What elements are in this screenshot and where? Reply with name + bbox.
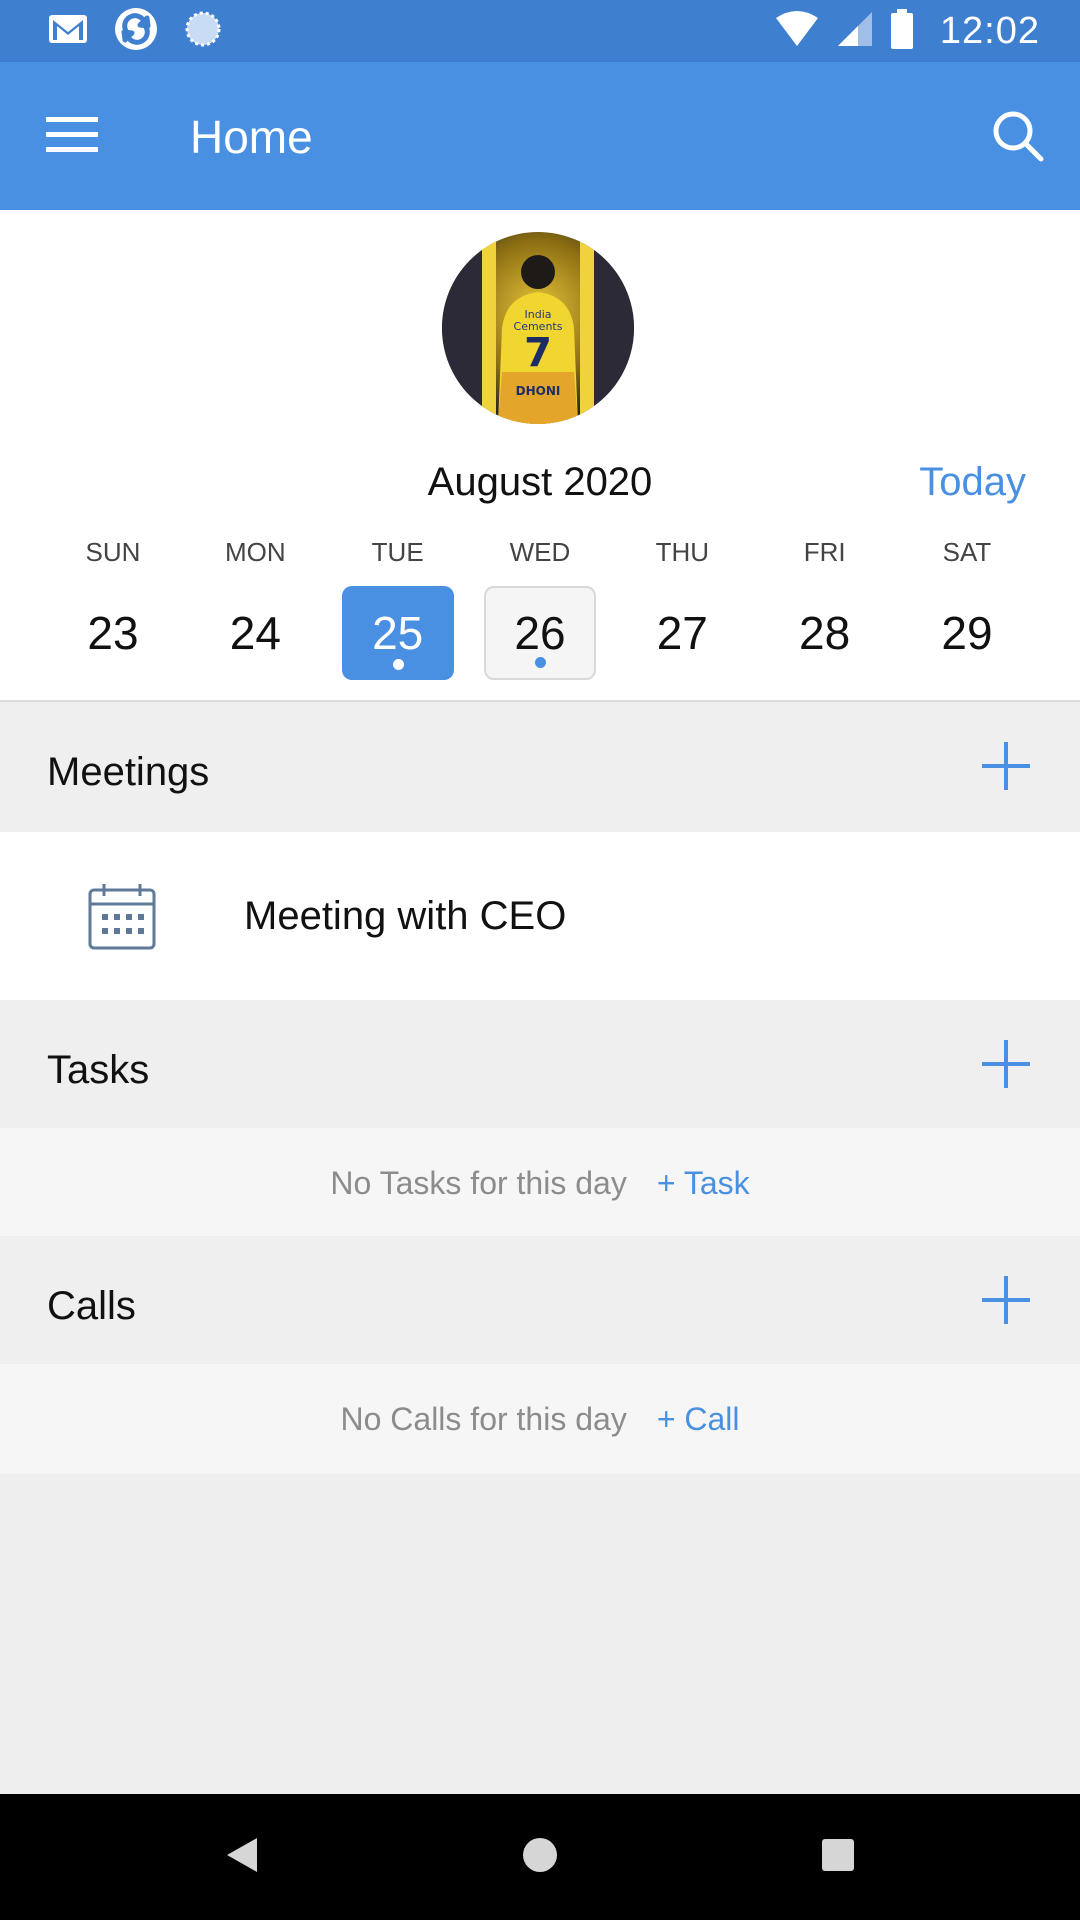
page-title: Home xyxy=(190,111,313,163)
status-notifications xyxy=(48,7,222,53)
meeting-item[interactable]: Meeting with CEO xyxy=(0,832,1080,1000)
app-bar: Home xyxy=(0,62,1080,210)
day-cell[interactable]: 29 xyxy=(911,586,1023,680)
search-icon xyxy=(991,109,1045,168)
today-button[interactable]: Today xyxy=(919,460,1026,505)
home-button[interactable] xyxy=(510,1832,570,1882)
calls-title: Calls xyxy=(47,1284,136,1328)
sync-app-icon xyxy=(114,7,158,56)
home-icon xyxy=(521,1836,559,1879)
day-name-label: MON xyxy=(224,537,286,567)
recents-button[interactable] xyxy=(808,1832,868,1882)
calendar-section: India Cements 7 DHONI August 2020 Today … xyxy=(0,210,1080,702)
add-task-button[interactable] xyxy=(978,1036,1034,1092)
hamburger-menu-icon xyxy=(46,115,98,158)
svg-text:DHONI: DHONI xyxy=(516,384,561,398)
add-call-button[interactable] xyxy=(978,1272,1034,1328)
day-name-label: TUE xyxy=(371,537,424,567)
tasks-title: Tasks xyxy=(47,1048,150,1092)
svg-text:7: 7 xyxy=(524,330,552,376)
gmail-icon xyxy=(48,13,88,50)
battery-icon xyxy=(890,8,914,54)
week-strip: SUN 23 MON 24 TUE 25 WED 26 THU 27 FRI 28 SAT 29 xyxy=(42,532,1038,692)
day-name-label: SAT xyxy=(942,537,992,567)
day-cell[interactable]: 28 xyxy=(769,586,881,680)
day-number: 24 xyxy=(229,607,281,659)
day-column: SAT 29 xyxy=(896,532,1038,692)
day-name-label: FRI xyxy=(803,537,846,567)
calls-empty-row: No Calls for this day + Call xyxy=(0,1364,1080,1474)
day-column: THU 27 xyxy=(611,532,753,692)
day-column: FRI 28 xyxy=(754,532,896,692)
add-call-link[interactable]: + Call xyxy=(657,1401,740,1438)
day-name-label: THU xyxy=(655,537,710,567)
day-number: 27 xyxy=(656,607,708,659)
menu-button[interactable] xyxy=(40,108,104,164)
plus-icon xyxy=(978,742,1034,798)
meeting-title: Meeting with CEO xyxy=(244,894,567,938)
meetings-title: Meetings xyxy=(47,750,210,794)
day-column: TUE 25 xyxy=(327,532,469,692)
tasks-header: Tasks xyxy=(0,1000,1080,1128)
calendar-icon xyxy=(88,882,156,950)
loading-icon xyxy=(184,10,222,53)
status-bar: 12:02 xyxy=(0,0,1080,62)
back-icon xyxy=(225,1836,259,1879)
day-number: 29 xyxy=(941,607,993,659)
tasks-empty-row: No Tasks for this day + Task xyxy=(0,1128,1080,1238)
day-number: 25 xyxy=(372,607,424,659)
event-dot-indicator xyxy=(392,659,404,670)
calls-empty-text: No Calls for this day xyxy=(340,1400,627,1437)
recents-icon xyxy=(820,1837,856,1878)
add-task-link[interactable]: + Task xyxy=(657,1165,750,1202)
calls-header: Calls xyxy=(0,1236,1080,1364)
wifi-icon xyxy=(774,10,820,53)
profile-avatar[interactable]: India Cements 7 DHONI xyxy=(442,232,634,424)
day-cell[interactable]: 26 xyxy=(483,586,596,680)
month-label: August 2020 xyxy=(427,460,653,504)
status-time: 12:02 xyxy=(939,9,1040,52)
day-name-label: SUN xyxy=(85,537,141,567)
day-number: 23 xyxy=(87,607,139,659)
search-button[interactable] xyxy=(986,106,1050,170)
day-cell[interactable]: 24 xyxy=(199,586,311,680)
day-cell[interactable]: 25 xyxy=(341,586,454,680)
plus-icon xyxy=(978,1040,1034,1096)
day-column: MON 24 xyxy=(184,532,326,692)
add-meeting-button[interactable] xyxy=(978,738,1034,794)
day-number: 28 xyxy=(799,607,851,659)
cell-signal-icon xyxy=(836,10,874,53)
status-system: 12:02 xyxy=(774,8,1040,54)
day-number: 26 xyxy=(514,607,566,659)
event-dot-indicator xyxy=(534,657,546,668)
tasks-empty-text: No Tasks for this day xyxy=(330,1164,627,1201)
back-button[interactable] xyxy=(212,1832,272,1882)
day-column: WED 26 xyxy=(469,532,611,692)
day-name-label: WED xyxy=(509,537,571,567)
plus-icon xyxy=(978,1276,1034,1332)
day-cell[interactable]: 27 xyxy=(626,586,738,680)
meetings-header: Meetings xyxy=(0,702,1080,830)
system-nav-bar xyxy=(0,1794,1080,1920)
day-column: SUN 23 xyxy=(42,532,184,692)
day-cell[interactable]: 23 xyxy=(57,586,169,680)
